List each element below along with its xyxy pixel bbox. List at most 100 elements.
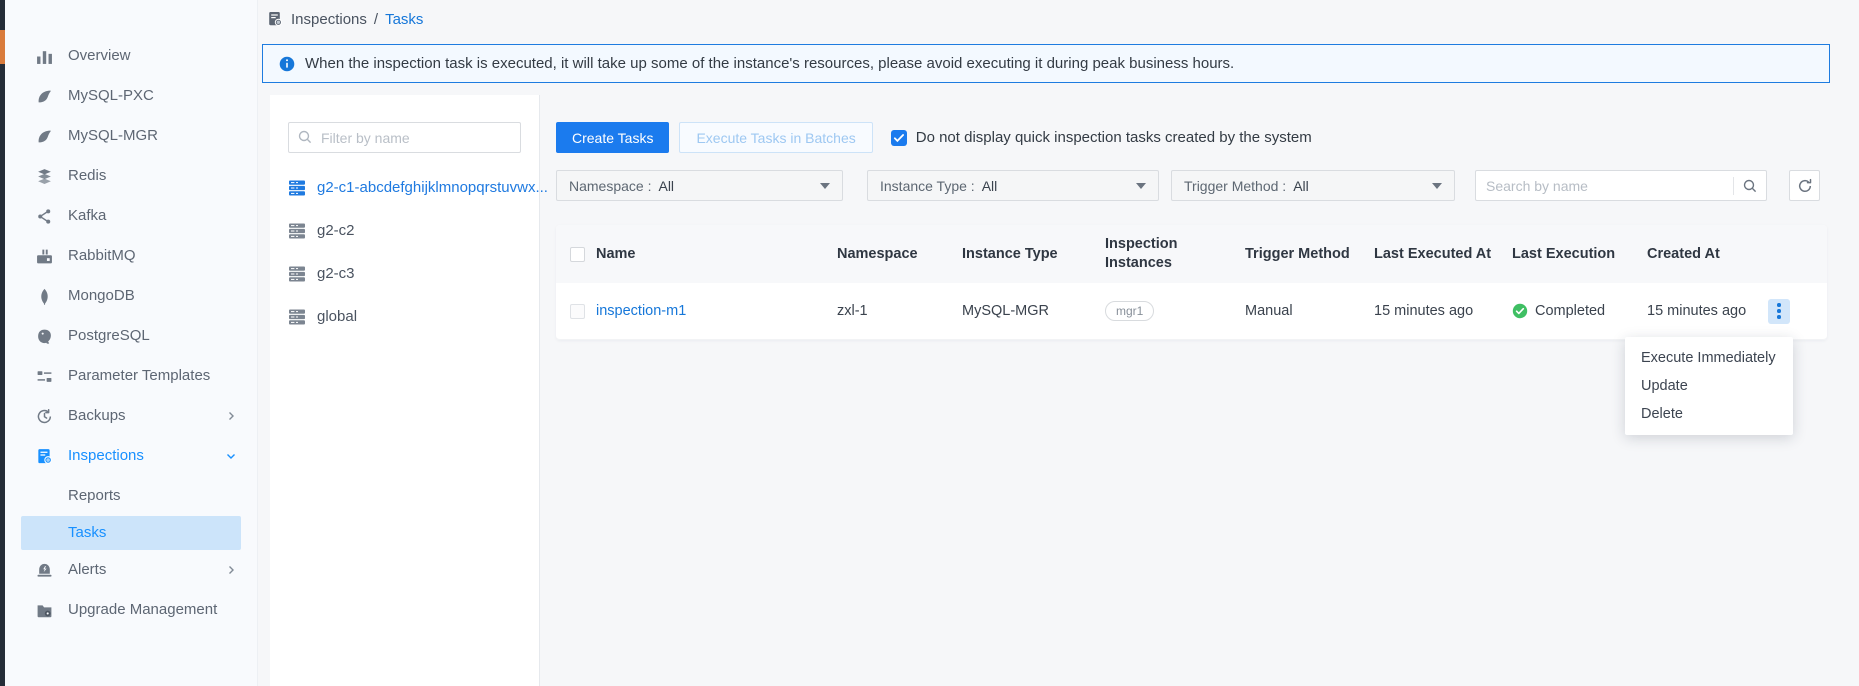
sidebar-item-label: Alerts xyxy=(68,560,210,580)
cluster-item[interactable]: g2-c1-abcdefghijklmnopqrstuvwx... xyxy=(288,179,521,196)
column-header: Last Executed At xyxy=(1374,245,1512,264)
sidebar-item-label: Backups xyxy=(68,406,210,426)
chevron-right-icon xyxy=(225,564,237,576)
search-by-name-box xyxy=(1475,170,1767,201)
sidebar-item-label: MySQL-MGR xyxy=(68,126,218,146)
sidebar-subitem-tasks[interactable]: Tasks xyxy=(21,516,241,550)
task-name-link[interactable]: inspection-m1 xyxy=(596,303,686,319)
sidebar-item-label: Upgrade Management xyxy=(68,600,218,620)
namespace-dropdown-value: All xyxy=(658,178,674,194)
sidebar-item-upgrade-management[interactable]: Upgrade Management xyxy=(5,590,257,630)
column-header: Inspection Instances xyxy=(1105,235,1245,273)
cluster-filter-input[interactable] xyxy=(288,122,521,153)
column-header: Created At xyxy=(1647,245,1827,264)
instance-type-dropdown[interactable]: Instance Type : All xyxy=(867,170,1159,201)
namespace-dropdown[interactable]: Namespace : All xyxy=(556,170,843,201)
alarm-icon xyxy=(35,561,53,579)
table-header: Name Namespace Instance Type Inspection … xyxy=(556,225,1827,283)
sliders-icon xyxy=(35,367,53,385)
sidebar-item-postgresql[interactable]: PostgreSQL xyxy=(5,316,257,356)
server-icon xyxy=(288,266,306,282)
execute-batches-button[interactable]: Execute Tasks in Batches xyxy=(679,122,872,153)
cluster-name: g2-c2 xyxy=(317,222,355,239)
cluster-name: g2-c3 xyxy=(317,265,355,282)
filter-row: Namespace : All Instance Type : All Trig… xyxy=(556,170,1827,201)
sidebar-item-label: Overview xyxy=(68,46,218,66)
hide-quick-tasks-checkbox-wrap[interactable]: Do not display quick inspection tasks cr… xyxy=(891,129,1312,146)
caret-down-icon xyxy=(1136,183,1146,189)
task-namespace: zxl-1 xyxy=(837,303,962,319)
folder-gear-icon xyxy=(35,601,53,619)
cluster-item[interactable]: global xyxy=(288,308,521,325)
hide-quick-tasks-label: Do not display quick inspection tasks cr… xyxy=(916,129,1312,146)
chevron-down-icon xyxy=(225,450,237,462)
info-banner-text: When the inspection task is executed, it… xyxy=(305,55,1234,72)
row-checkbox[interactable] xyxy=(570,304,585,319)
server-icon xyxy=(288,309,306,325)
menu-item-update[interactable]: Update xyxy=(1625,372,1793,400)
row-actions-kebab-button[interactable] xyxy=(1768,299,1790,324)
sidebar-item-overview[interactable]: Overview xyxy=(5,36,257,76)
column-header: Last Execution xyxy=(1512,245,1647,264)
create-tasks-button[interactable]: Create Tasks xyxy=(556,122,669,153)
checkbox-checked-icon[interactable] xyxy=(891,130,907,146)
info-banner: When the inspection task is executed, it… xyxy=(262,44,1830,83)
column-header: Instance Type xyxy=(962,245,1105,264)
trigger-method-dropdown-value: All xyxy=(1293,178,1309,194)
sidebar-item-mysql-mgr[interactable]: MySQL-MGR xyxy=(5,116,257,156)
column-header: Trigger Method xyxy=(1245,245,1374,264)
sidebar-item-parameter-templates[interactable]: Parameter Templates xyxy=(5,356,257,396)
trigger-method-dropdown[interactable]: Trigger Method : All xyxy=(1171,170,1455,201)
breadcrumb-parent[interactable]: Inspections xyxy=(291,11,367,28)
select-all-checkbox[interactable] xyxy=(570,247,585,262)
cluster-item[interactable]: g2-c2 xyxy=(288,222,521,239)
sidebar-item-rabbitmq[interactable]: RabbitMQ xyxy=(5,236,257,276)
success-check-icon xyxy=(1512,303,1528,319)
menu-item-execute-immediately[interactable]: Execute Immediately xyxy=(1625,344,1793,372)
search-icon[interactable] xyxy=(1734,178,1766,194)
nodes-icon xyxy=(35,207,53,225)
sidebar-subitem-reports[interactable]: Reports xyxy=(5,479,257,513)
sidebar-item-mysql-pxc[interactable]: MySQL-PXC xyxy=(5,76,257,116)
refresh-button[interactable] xyxy=(1789,170,1820,201)
sidebar-item-label: Inspections xyxy=(68,446,210,466)
sidebar-item-inspections[interactable]: Inspections xyxy=(5,436,257,476)
cluster-panel: g2-c1-abcdefghijklmnopqrstuvwx... g2-c2 … xyxy=(270,95,540,686)
instance-tag: mgr1 xyxy=(1105,301,1154,321)
sidebar-item-redis[interactable]: Redis xyxy=(5,156,257,196)
caret-down-icon xyxy=(1432,183,1442,189)
sidebar-subitem-label: Reports xyxy=(68,487,121,504)
sidebar-item-label: MySQL-PXC xyxy=(68,86,218,106)
row-actions-menu: Execute Immediately Update Delete xyxy=(1625,337,1793,435)
sidebar-item-label: Parameter Templates xyxy=(68,366,218,386)
cluster-item[interactable]: g2-c3 xyxy=(288,265,521,282)
tasks-main-panel: Create Tasks Execute Tasks in Batches Do… xyxy=(556,122,1827,340)
sidebar-item-label: PostgreSQL xyxy=(68,326,218,346)
breadcrumb-current[interactable]: Tasks xyxy=(385,11,423,28)
task-last-executed-at: 15 minutes ago xyxy=(1374,303,1512,319)
refresh-icon xyxy=(1797,178,1813,194)
chevron-right-icon xyxy=(225,410,237,422)
search-input[interactable] xyxy=(1476,178,1733,194)
info-icon xyxy=(279,56,295,72)
server-icon xyxy=(288,223,306,239)
sidebar-item-backups[interactable]: Backups xyxy=(5,396,257,436)
search-icon xyxy=(297,129,313,150)
menu-item-delete[interactable]: Delete xyxy=(1625,400,1793,428)
sidebar-item-kafka[interactable]: Kafka xyxy=(5,196,257,236)
rabbit-icon xyxy=(35,247,53,265)
cluster-name: global xyxy=(317,308,357,325)
sidebar-subitem-label: Tasks xyxy=(68,524,106,541)
sidebar-item-label: MongoDB xyxy=(68,286,218,306)
sidebar-item-alerts[interactable]: Alerts xyxy=(5,550,257,590)
dolphin-icon xyxy=(35,127,53,145)
breadcrumb-separator: / xyxy=(374,11,378,28)
column-header: Namespace xyxy=(837,245,962,264)
inspections-icon xyxy=(266,10,284,28)
sidebar-item-mongodb[interactable]: MongoDB xyxy=(5,276,257,316)
cluster-name: g2-c1-abcdefghijklmnopqrstuvwx... xyxy=(317,179,548,196)
layers-icon xyxy=(35,167,53,185)
dolphin-icon xyxy=(35,87,53,105)
task-instance-type: MySQL-MGR xyxy=(962,303,1105,319)
namespace-dropdown-label: Namespace : xyxy=(569,178,651,194)
